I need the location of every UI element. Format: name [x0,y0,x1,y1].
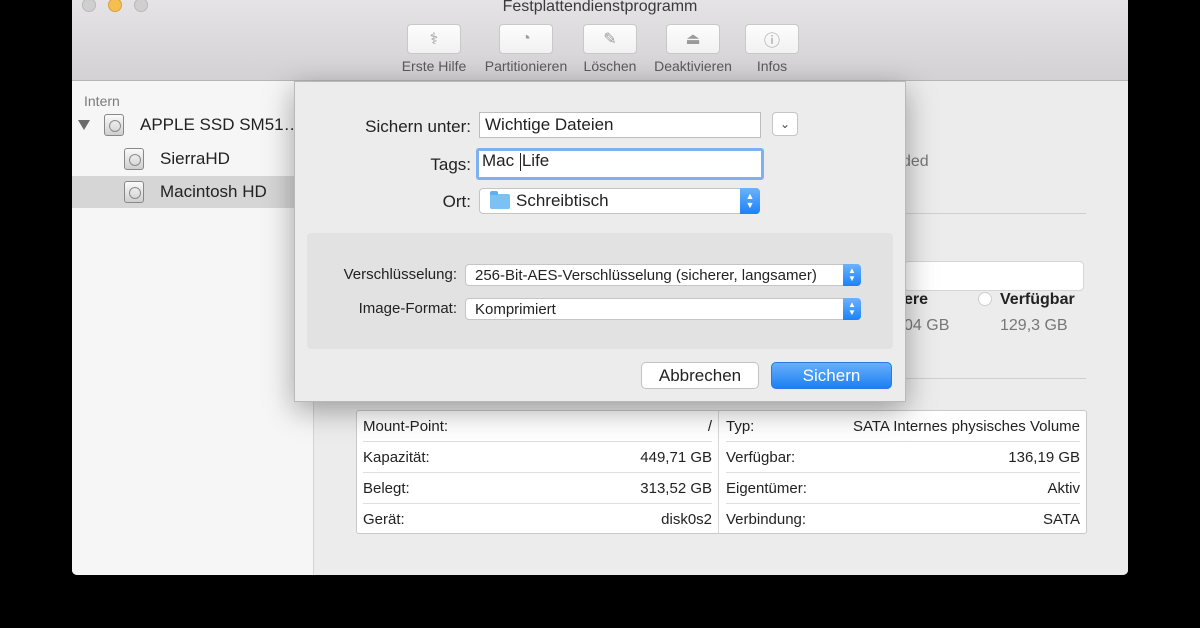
toolbar-unmount[interactable]: ⏏ Deaktivieren [648,24,738,74]
toolbar-label: Infos [756,58,788,74]
tags-field[interactable]: Mac Life [476,148,764,180]
legend-available-value: 129,3 GB [1000,317,1068,334]
info-value: Aktiv [1047,479,1080,497]
info-value: SATA [1043,511,1080,528]
options-panel: Verschlüsselung: 256-Bit-AES-Verschlüsse… [307,233,893,349]
pie-chart-icon[interactable]: ◔ [499,24,553,54]
info-row: Verbindung: SATA [726,504,1080,535]
chevron-down-icon: ⌄ [779,117,791,131]
image-format-popup[interactable]: Komprimiert ▲ ▼ [465,298,861,320]
tags-text-before-cursor: Mac [482,151,519,170]
info-value: disk0s2 [661,511,712,528]
popup-stepper-icon: ▲ ▼ [843,264,861,286]
info-value: / [707,417,712,435]
toolbar-info[interactable]: ⓘ Infos [742,24,802,74]
info-row: Mount-Point: / [363,411,712,442]
stethoscope-icon[interactable]: ⚕ [407,24,461,54]
encryption-label: Verschlüsselung: [343,266,457,283]
location-label: Ort: [442,192,471,211]
info-row: Verfügbar: 136,19 GB [726,442,1080,473]
info-value: 449,71 GB [640,448,712,466]
sidebar-item-label: Macintosh HD [160,182,267,201]
encryption-popup[interactable]: 256-Bit-AES-Verschlüsselung (sicherer, l… [465,264,861,286]
info-row: Eigentümer: Aktiv [726,473,1080,504]
info-label: Gerät: [363,511,405,528]
sidebar-section-header: Intern [84,93,120,109]
info-label: Eigentümer: [726,479,807,497]
encryption-value: 256-Bit-AES-Verschlüsselung (sicherer, l… [475,266,817,284]
image-format-label: Image-Format: [358,300,457,317]
toolbar-erase[interactable]: ✎ Löschen [578,24,642,74]
info-row: Belegt: 313,52 GB [363,473,712,504]
toolbar-partition[interactable]: ◔ Partitionieren [478,24,574,74]
cancel-button[interactable]: Abbrechen [641,362,759,389]
sidebar-item-label: APPLE SSD SM51… [140,115,301,134]
sidebar-item-apple-ssd[interactable]: APPLE SSD SM51… [72,109,314,141]
legend-other-value: 04 GB [904,317,950,334]
save-as-field[interactable]: Wichtige Dateien [479,112,761,138]
tags-label: Tags: [430,155,471,174]
volume-icon [124,148,144,170]
legend-available-label: Verfügbar [1000,291,1075,308]
info-column-right: Typ: SATA Internes physisches Volume Ver… [720,411,1086,533]
toolbar-label: Erste Hilfe [401,58,467,74]
popup-stepper-icon: ▲ ▼ [843,298,861,320]
eject-icon[interactable]: ⏏ [666,24,720,54]
save-dialog: Sichern unter: Wichtige Dateien ⌄ Tags: … [294,81,906,402]
titlebar: Festplattendienstprogramm ⚕ Erste Hilfe … [72,0,1128,81]
toolbar-label: Partitionieren [484,58,568,74]
info-row: Kapazität: 449,71 GB [363,442,712,473]
info-value: SATA Internes physisches Volume [852,417,1080,435]
image-format-value: Komprimiert [475,300,556,318]
toolbar-label: Löschen [583,58,637,74]
sidebar: Intern APPLE SSD SM51… SierraHD Macintos… [72,81,314,575]
info-label: Belegt: [363,479,410,497]
info-label: Verbindung: [726,511,807,528]
sidebar-item-sierrahd[interactable]: SierraHD [72,143,314,175]
disclosure-triangle-icon[interactable] [78,120,90,130]
sidebar-item-label: SierraHD [160,149,230,168]
info-value: 136,19 GB [1008,448,1080,466]
info-column-left: Mount-Point: / Kapazität: 449,71 GB Bele… [357,411,719,533]
legend-other-label: ere [904,291,929,308]
info-label: Typ: [726,417,755,435]
folder-icon [490,190,510,209]
volume-format-text: ded [902,153,929,170]
toolbar-label: Deaktivieren [654,58,732,74]
volume-info-table: Mount-Point: / Kapazität: 449,71 GB Bele… [356,410,1087,534]
popup-stepper-icon: ▲ ▼ [740,188,760,214]
erase-icon[interactable]: ✎ [583,24,637,54]
volume-icon [124,181,144,203]
info-label: Mount-Point: [363,417,449,435]
toolbar-first-aid[interactable]: ⚕ Erste Hilfe [394,24,474,74]
legend-available-swatch [978,292,992,306]
save-button[interactable]: Sichern [771,362,892,389]
info-label: Verfügbar: [726,448,796,466]
window-title: Festplattendienstprogramm [502,0,698,15]
info-icon[interactable]: ⓘ [745,24,799,54]
usage-bar [904,261,1084,291]
hard-disk-icon [104,114,124,136]
save-as-label: Sichern unter: [365,117,471,136]
location-popup[interactable]: Schreibtisch ▲ ▼ [479,188,760,214]
info-value: 313,52 GB [640,479,712,497]
expand-dialog-button[interactable]: ⌄ [772,112,798,136]
sidebar-item-macintosh-hd[interactable]: Macintosh HD [72,176,314,208]
tags-text-after-cursor: Life [521,151,550,170]
info-row: Gerät: disk0s2 [363,504,712,535]
info-row: Typ: SATA Internes physisches Volume [726,411,1080,442]
location-value: Schreibtisch [516,191,609,210]
text-cursor [519,152,521,171]
info-label: Kapazität: [363,448,430,466]
